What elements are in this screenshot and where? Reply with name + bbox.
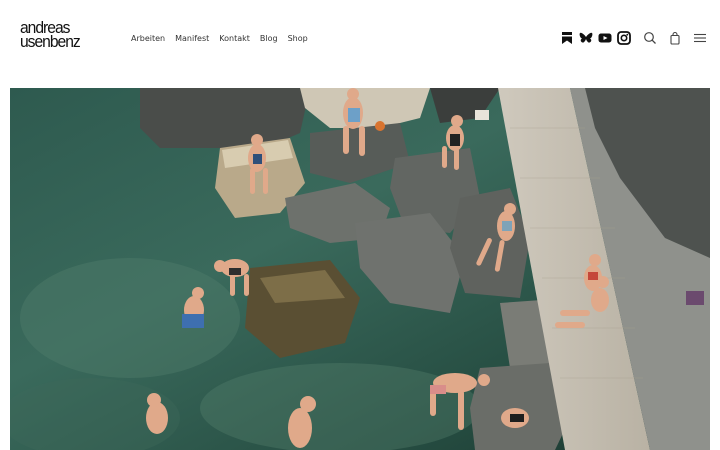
bluesky-butterfly-icon[interactable]	[579, 31, 593, 45]
hero-photo-image	[10, 88, 710, 450]
logo-line-2: usenbenz	[20, 32, 81, 51]
hamburger-menu-icon[interactable]	[693, 31, 707, 45]
nav-item-arbeiten[interactable]: Arbeiten	[131, 33, 165, 45]
site-header: andreas usenbenz Arbeiten Manifest Konta…	[0, 0, 720, 88]
bookmark-icon[interactable]	[560, 31, 574, 45]
nav-item-shop[interactable]: Shop	[288, 33, 308, 45]
nav-item-blog[interactable]: Blog	[260, 33, 278, 45]
site-logo[interactable]: andreas usenbenz	[20, 19, 81, 51]
youtube-icon[interactable]	[598, 31, 612, 45]
nav-item-manifest[interactable]: Manifest	[175, 33, 209, 45]
main-nav: Arbeiten Manifest Kontakt Blog Shop	[131, 33, 308, 45]
nav-item-kontakt[interactable]: Kontakt	[219, 33, 250, 45]
hero-photo	[10, 88, 710, 450]
shopping-bag-icon[interactable]	[668, 31, 682, 45]
search-icon[interactable]	[643, 31, 657, 45]
instagram-icon[interactable]	[617, 31, 631, 45]
